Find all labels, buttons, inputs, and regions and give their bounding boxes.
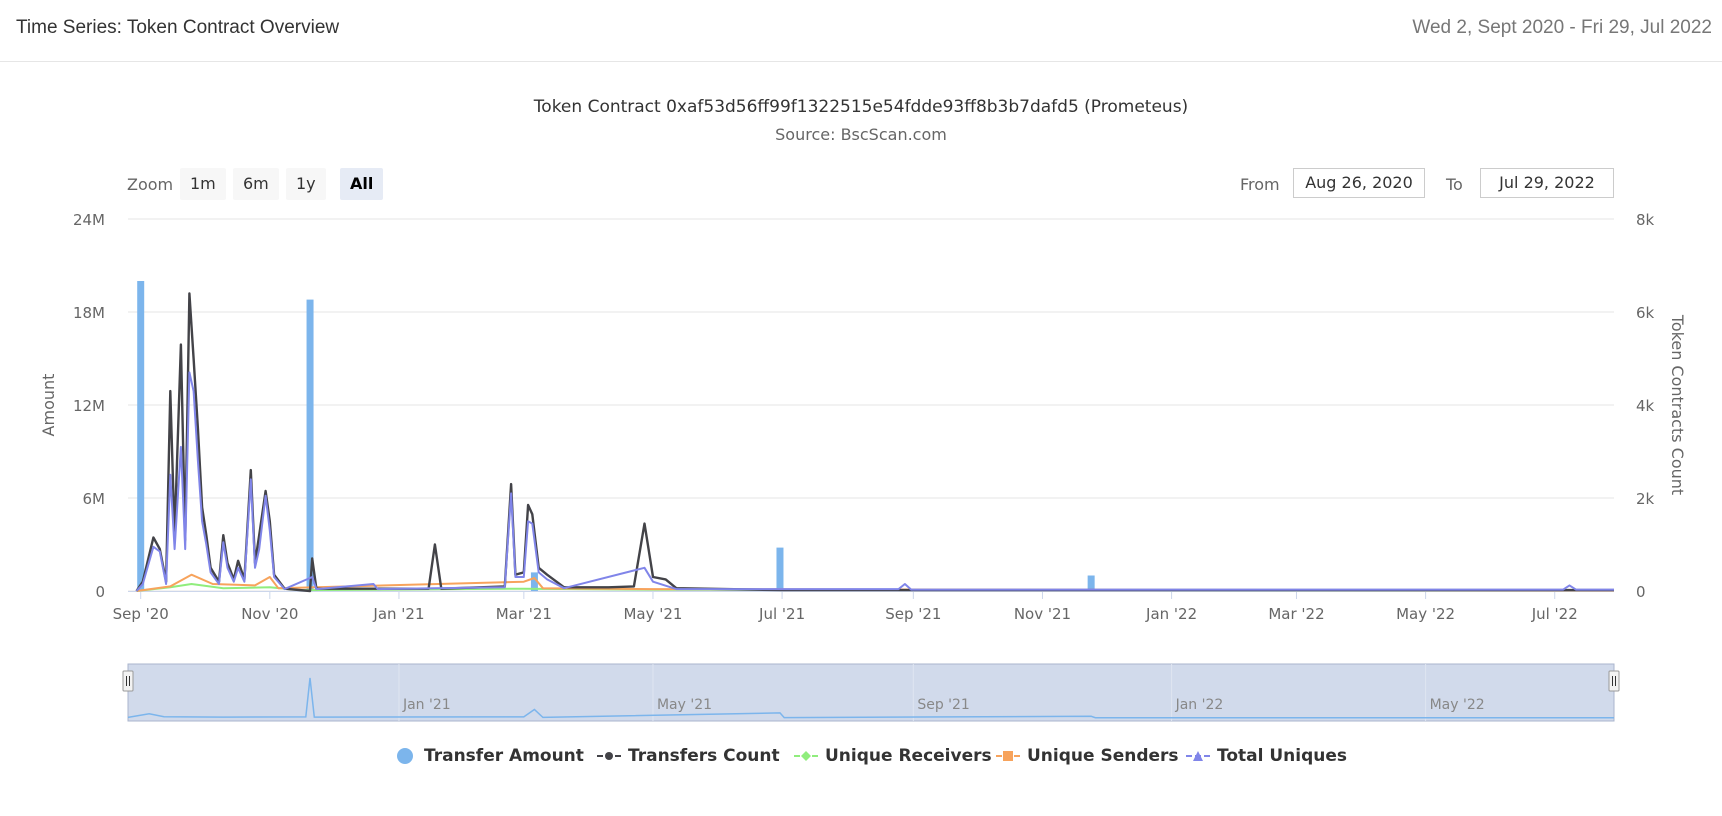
y-tick-label: 12M [73,397,105,415]
x-tick-label: May '21 [623,605,682,623]
legend-line-square-icon [996,751,1020,761]
transfer-amount-bar [530,572,538,591]
navigator-tick-label: May '22 [1430,697,1485,713]
y2-tick-label: 4k [1636,397,1655,415]
date-range-label: Wed 2, Sept 2020 - Fri 29, Jul 2022 [1412,17,1712,38]
legend-total-uniques[interactable]: Total Uniques [1185,741,1347,771]
transfer-amount-bar [776,547,784,591]
navigator-series-line [127,677,1614,719]
transfers-count-line [135,292,1614,593]
to-date-input[interactable]: Jul 29, 2022 [1480,168,1614,198]
zoom-label: Zoom [127,175,174,194]
x-tick-label: Jan '21 [372,605,424,623]
legend-line-diamond-icon [794,751,818,761]
legend-line-circle-icon [597,752,621,760]
from-date-input[interactable]: Aug 26, 2020 [1293,168,1425,198]
unique-receivers-line [136,583,1615,592]
legend-circle-icon [397,748,413,764]
x-tick-label: Mar '22 [1268,605,1324,623]
chart-plot: 0 6M 12M 18M 24M 0 2k 4k 6k 8k Amount Token Contrac… [39,211,1687,722]
legend-transfers-count[interactable]: Transfers Count [596,741,780,771]
x-tick-label: Jul '22 [1531,605,1578,623]
y2-tick-label: 2k [1636,490,1655,508]
x-tick-label: Jul '21 [758,605,805,623]
transfer-amount-bar [137,281,145,591]
transfer-amount-bar [306,299,314,591]
x-tick-label: Jan '22 [1145,605,1197,623]
legend-unique-senders[interactable]: Unique Senders [995,741,1179,771]
x-tick-label: Nov '21 [1014,605,1071,623]
y2-tick-label: 0 [1636,583,1646,601]
zoom-all-button[interactable]: All [340,168,384,200]
unique-senders-line [136,573,1615,592]
x-tick-label: May '22 [1396,605,1455,623]
x-tick-label: Nov '20 [241,605,298,623]
navigator-left-handle [122,670,134,692]
navigator-tick-label: Jan '21 [402,697,451,713]
y-tick-label: 24M [73,211,105,229]
zoom-6m-button[interactable]: 6m [233,168,279,200]
legend-unique-receivers[interactable]: Unique Receivers [793,741,992,771]
legend-line-triangle-icon [1186,751,1210,761]
x-tick-label: Mar '21 [496,605,552,623]
chart-subtitle: Source: BscScan.com [775,125,947,144]
x-tick-label: Sep '20 [113,605,169,623]
page-header: Time Series: Token Contract Overview Wed… [0,0,1722,62]
y-tick-label: 0 [95,583,105,601]
page-title: Time Series: Token Contract Overview [16,17,340,38]
y2-tick-label: 6k [1636,304,1655,322]
navigator-tick-label: May '21 [657,697,712,713]
navigator-tick-label: Sep '21 [917,697,970,713]
y-tick-label: 18M [73,304,105,322]
navigator-right-handle [1608,670,1620,692]
to-label: To [1446,175,1463,194]
transfer-amount-bar [1087,575,1095,591]
y2-tick-label: 8k [1636,211,1655,229]
x-tick-label: Sep '21 [885,605,941,623]
from-label: From [1240,175,1280,194]
total-uniques-line [135,371,1614,592]
y2-axis-title: Token Contracts Count [1668,314,1687,495]
y-tick-label: 6M [83,490,106,508]
chart-title: Token Contract 0xaf53d56ff99f1322515e54f… [533,97,1189,117]
zoom-1m-button[interactable]: 1m [180,168,226,200]
navigator-mask [127,663,1615,722]
y-axis-title: Amount [39,374,58,437]
chart-legend: Transfer Amount Transfers Count Unique R… [0,741,1722,771]
navigator-tick-label: Jan '22 [1175,697,1224,713]
legend-transfer-amount[interactable]: Transfer Amount [396,741,584,771]
zoom-1y-button[interactable]: 1y [286,168,326,200]
